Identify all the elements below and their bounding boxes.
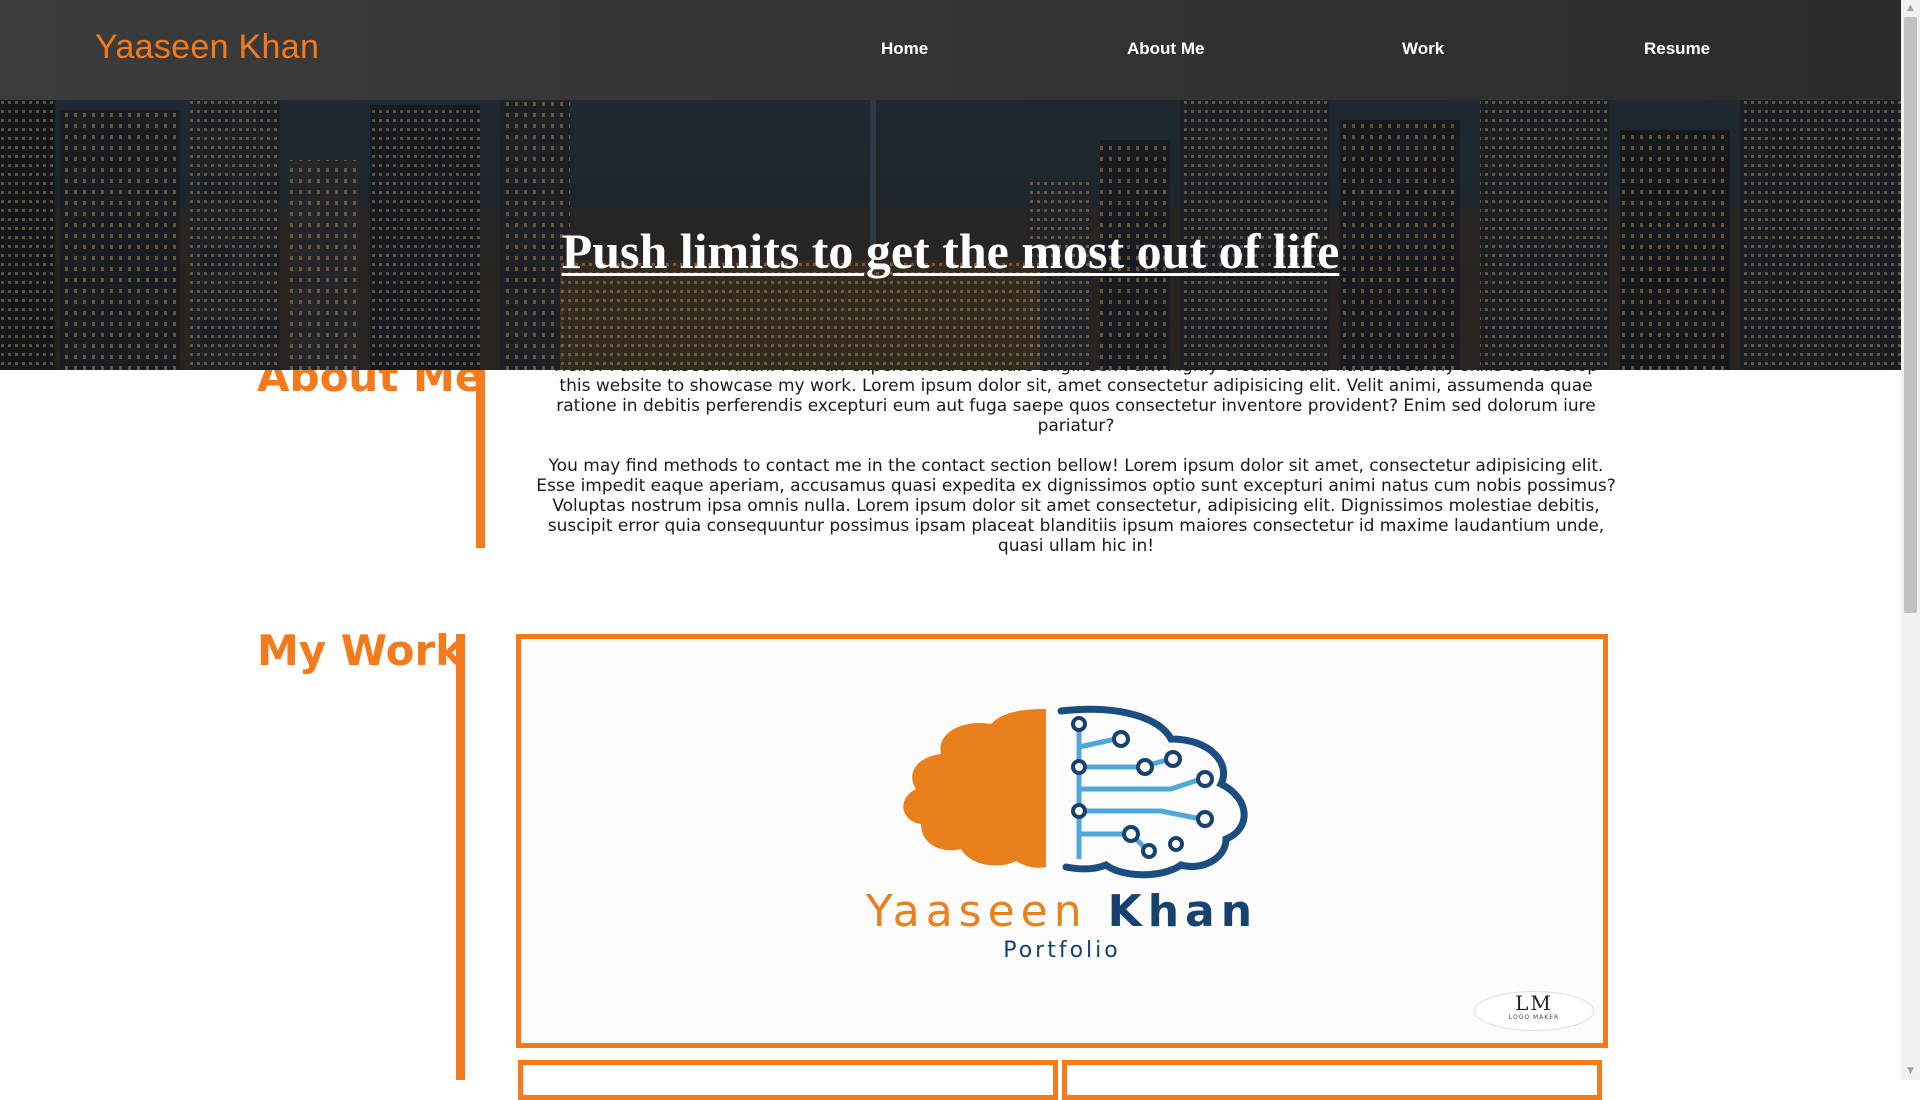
work-divider-bar — [456, 634, 465, 1080]
logo-maker-text: LOGO MAKER — [1508, 1014, 1560, 1021]
nav-link-home[interactable]: Home — [881, 39, 928, 59]
work-card-portfolio-logo[interactable]: Yaaseen Khan Portfolio LM LOGO MAKER — [516, 634, 1608, 1048]
brand-logo-text[interactable]: Yaaseen Khan — [95, 28, 319, 67]
logo-maker-badge: LM LOGO MAKER — [1474, 991, 1594, 1031]
nav-link-about[interactable]: About Me — [1127, 39, 1204, 59]
hero-banner: Push limits to get the most out of life — [0, 100, 1901, 370]
logo-name: Yaaseen Khan — [521, 886, 1603, 937]
scroll-down-arrow-icon[interactable]: ▼ — [1901, 1063, 1920, 1080]
about-text: Hello! I am Yaaseen Khan. I am an experi… — [536, 356, 1616, 576]
page-scrollbar[interactable]: ▲ ▼ — [1901, 0, 1920, 1080]
scrollbar-thumb[interactable] — [1904, 17, 1917, 613]
brain-logo-icon — [903, 705, 1248, 879]
about-paragraph-2: You may find methods to contact me in th… — [536, 456, 1616, 556]
logo-first-name: Yaaseen — [865, 886, 1088, 937]
work-card-secondary-2[interactable] — [1062, 1060, 1602, 1100]
nav-link-work[interactable]: Work — [1402, 39, 1444, 59]
nav-link-resume[interactable]: Resume — [1644, 39, 1710, 59]
logo-last-name: Khan — [1107, 886, 1259, 937]
logo-maker-mark: LM — [1515, 991, 1553, 1015]
work-heading: My Work — [257, 626, 464, 675]
hero-title: Push limits to get the most out of life — [561, 223, 1340, 279]
work-card-secondary-1[interactable] — [518, 1060, 1058, 1100]
scroll-up-arrow-icon[interactable]: ▲ — [1901, 0, 1920, 17]
logo-subtitle: Portfolio — [1003, 938, 1121, 963]
navbar: Yaaseen Khan Home About Me Work Resume — [0, 0, 1901, 100]
